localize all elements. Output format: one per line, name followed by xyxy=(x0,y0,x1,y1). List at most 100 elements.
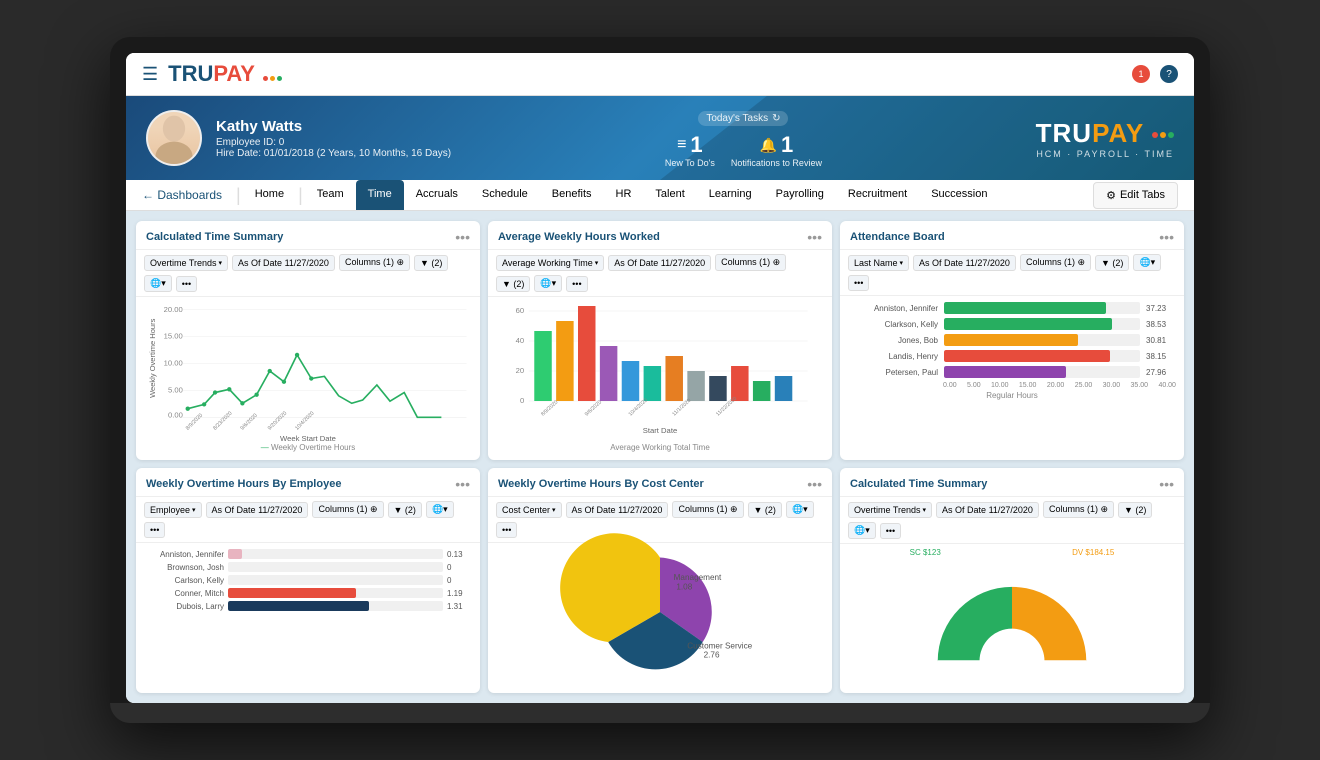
notifications-badge[interactable]: 🔔 1 Notifications to Review xyxy=(731,132,822,168)
columns-6[interactable]: Columns (1) ⊕ xyxy=(1043,501,1114,518)
tab-benefits[interactable]: Benefits xyxy=(540,180,604,210)
notification-icon[interactable]: 1 xyxy=(1132,65,1150,83)
help-icon[interactable]: ? xyxy=(1160,65,1178,83)
card-calculated-time-summary-2: Calculated Time Summary ••• Overtime Tre… xyxy=(840,468,1184,693)
as-of-date-1[interactable]: As Of Date 11/27/2020 xyxy=(232,255,335,271)
filter-1[interactable]: ▼ (2) xyxy=(414,255,448,271)
columns-3[interactable]: Columns (1) ⊕ xyxy=(1020,254,1091,271)
bar-value: 0 xyxy=(447,563,472,572)
view-5[interactable]: 🌐▾ xyxy=(786,501,814,518)
bar-track xyxy=(228,588,443,598)
chart-footer-3: Regular Hours xyxy=(848,389,1176,404)
tab-home[interactable]: Home xyxy=(243,180,296,210)
more-1[interactable]: ••• xyxy=(176,276,197,292)
edit-tabs-button[interactable]: ⚙ Edit Tabs xyxy=(1093,182,1178,209)
overtime-trends-dropdown[interactable]: Overtime Trends xyxy=(144,255,228,271)
bar-value: 38.53 xyxy=(1146,320,1176,329)
tab-succession[interactable]: Succession xyxy=(919,180,999,210)
last-name-dropdown[interactable]: Last Name xyxy=(848,255,909,271)
svg-text:5.00: 5.00 xyxy=(168,386,183,395)
bar-value: 37.23 xyxy=(1146,304,1176,313)
logo: TRUPAY xyxy=(168,61,282,87)
card-title-5: Weekly Overtime Hours By Cost Center xyxy=(498,478,704,490)
as-of-date-3[interactable]: As Of Date 11/27/2020 xyxy=(913,255,1016,271)
tab-learning[interactable]: Learning xyxy=(697,180,764,210)
legend-sc: SC $123 xyxy=(910,548,941,557)
filter-3[interactable]: ▼ (2) xyxy=(1095,255,1129,271)
employee-name: Dubois, Larry xyxy=(144,602,224,611)
view-3[interactable]: 🌐▾ xyxy=(1133,254,1161,271)
tab-talent[interactable]: Talent xyxy=(643,180,696,210)
as-of-date-6[interactable]: As Of Date 11/27/2020 xyxy=(936,502,1039,518)
columns-4[interactable]: Columns (1) ⊕ xyxy=(312,501,383,518)
card-menu-2[interactable]: ••• xyxy=(807,229,822,245)
back-button[interactable]: ← Dashboards xyxy=(142,188,222,202)
employee-ot-bar-row: Conner, Mitch 1.19 xyxy=(144,588,472,598)
as-of-date-4[interactable]: As Of Date 11/27/2020 xyxy=(206,502,309,518)
view-4[interactable]: 🌐▾ xyxy=(426,501,454,518)
svg-text:0: 0 xyxy=(520,396,524,405)
filter-2[interactable]: ▼ (2) xyxy=(496,276,530,292)
employee-ot-bar-row: Brownson, Josh 0 xyxy=(144,562,472,572)
employee-dropdown[interactable]: Employee xyxy=(144,502,202,518)
avatar xyxy=(146,110,202,166)
bar-fill xyxy=(228,588,356,598)
bar-fill xyxy=(944,366,1066,378)
cost-center-dropdown[interactable]: Cost Center xyxy=(496,502,562,518)
card-title-2: Average Weekly Hours Worked xyxy=(498,231,660,243)
tab-payrolling[interactable]: Payrolling xyxy=(764,180,836,210)
employee-ot-chart: Anniston, Jennifer 0.13 Brownson, Josh 0… xyxy=(144,549,472,611)
employee-name: Brownson, Josh xyxy=(144,563,224,572)
bar-track xyxy=(944,350,1140,362)
tab-team[interactable]: Team xyxy=(305,180,356,210)
view-1[interactable]: 🌐▾ xyxy=(144,275,172,292)
attendance-bar-row: Clarkson, Kelly 38.53 xyxy=(848,318,1176,330)
card-menu-1[interactable]: ••• xyxy=(455,229,470,245)
nav-bar: ← Dashboards | Home | Team Time Accruals… xyxy=(126,180,1194,211)
user-name: Kathy Watts xyxy=(216,118,451,135)
more-4[interactable]: ••• xyxy=(144,522,165,538)
tab-hr[interactable]: HR xyxy=(604,180,644,210)
avg-working-time-dropdown[interactable]: Average Working Time xyxy=(496,255,604,271)
filter-6[interactable]: ▼ (2) xyxy=(1118,502,1152,518)
svg-text:2.76: 2.76 xyxy=(704,650,720,659)
attendance-bar-row: Jones, Bob 30.81 xyxy=(848,334,1176,346)
card-menu-5[interactable]: ••• xyxy=(807,476,822,492)
tab-accruals[interactable]: Accruals xyxy=(404,180,470,210)
bar-track xyxy=(228,575,443,585)
filter-5[interactable]: ▼ (2) xyxy=(748,502,782,518)
menu-icon[interactable]: ☰ xyxy=(142,64,158,85)
dashboard-grid: Calculated Time Summary ••• Overtime Tre… xyxy=(126,211,1194,703)
as-of-date-2[interactable]: As Of Date 11/27/2020 xyxy=(608,255,711,271)
columns-2[interactable]: Columns (1) ⊕ xyxy=(715,254,786,271)
tab-time[interactable]: Time xyxy=(356,180,404,210)
filter-4[interactable]: ▼ (2) xyxy=(388,502,422,518)
card-menu-6[interactable]: ••• xyxy=(1159,476,1174,492)
employee-name: Clarkson, Kelly xyxy=(848,320,938,329)
hero-logo-sub: HCM · PAYROLL · TIME xyxy=(1036,149,1174,159)
bar-value: 27.96 xyxy=(1146,368,1176,377)
bar-track xyxy=(944,366,1140,378)
more-2[interactable]: ••• xyxy=(566,276,587,292)
view-2[interactable]: 🌐▾ xyxy=(534,275,562,292)
card-title-6: Calculated Time Summary xyxy=(850,478,987,490)
svg-text:8/9/2020: 8/9/2020 xyxy=(540,400,559,418)
tab-schedule[interactable]: Schedule xyxy=(470,180,540,210)
employee-ot-bar-row: Dubois, Larry 1.31 xyxy=(144,601,472,611)
overtime-trends-2-dropdown[interactable]: Overtime Trends xyxy=(848,502,932,518)
new-todos-badge[interactable]: ≡ 1 New To Do's xyxy=(665,132,715,168)
card-menu-3[interactable]: ••• xyxy=(1159,229,1174,245)
more-6[interactable]: ••• xyxy=(880,523,901,539)
hero-logo-text: TRUPAY xyxy=(1036,118,1174,149)
columns-5[interactable]: Columns (1) ⊕ xyxy=(672,501,743,518)
columns-1[interactable]: Columns (1) ⊕ xyxy=(339,254,410,271)
view-6[interactable]: 🌐▾ xyxy=(848,522,876,539)
more-3[interactable]: ••• xyxy=(848,275,869,291)
card-menu-4[interactable]: ••• xyxy=(455,476,470,492)
chart-footer-1: — Weekly Overtime Hours xyxy=(144,441,472,456)
tab-recruitment[interactable]: Recruitment xyxy=(836,180,919,210)
chart-footer-2: Average Working Total Time xyxy=(496,441,824,456)
attendance-chart: Anniston, Jennifer 37.23 Clarkson, Kelly… xyxy=(848,302,1176,378)
as-of-date-5[interactable]: As Of Date 11/27/2020 xyxy=(566,502,669,518)
more-5[interactable]: ••• xyxy=(496,522,517,538)
